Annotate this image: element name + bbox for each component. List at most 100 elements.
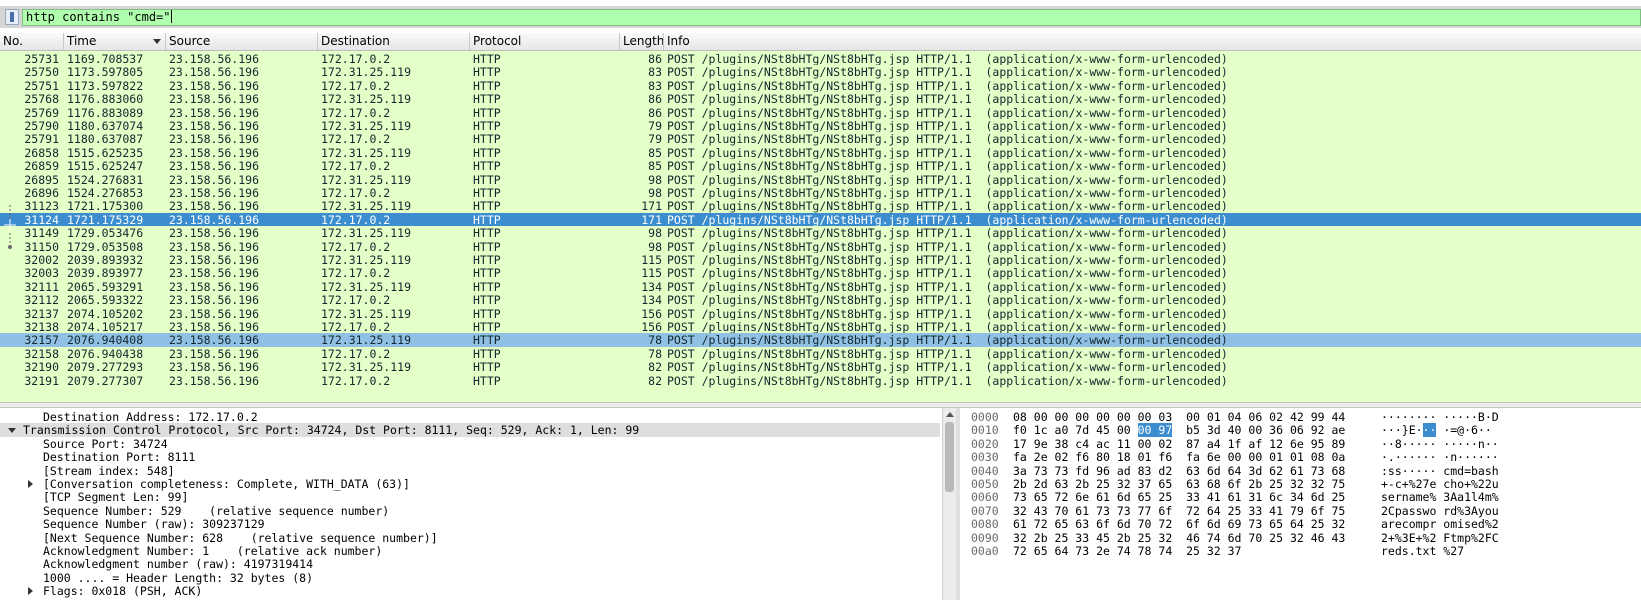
display-filter-input[interactable]: http contains "cmd="	[22, 9, 1641, 26]
detail-row[interactable]: Destination Port: 8111	[0, 450, 940, 464]
packet-details-pane[interactable]: Destination Address: 172.17.0.2 Transmiss…	[0, 408, 940, 600]
packet-list[interactable]: 25731 1169.708537 23.158.56.196 172.17.0.2 H…	[0, 51, 1641, 402]
details-scrollbar[interactable]	[942, 408, 956, 600]
packet-row[interactable]: 32112 2065.593322 23.158.56.196 172.17.0.2 H…	[0, 293, 1641, 308]
detail-row[interactable]: [Conversation completeness: Complete, WI…	[0, 477, 940, 491]
column-header-protocol[interactable]: Protocol	[470, 33, 620, 50]
packet-cell-time: 1515.625235	[67, 145, 144, 160]
detail-row[interactable]: Acknowledgment Number: 1 (relative ack n…	[0, 544, 940, 558]
bytes-row[interactable]: 0010 f0 1c a0 7d 45 00 00 97 b5 3d 40 00 …	[960, 423, 1641, 438]
byte-ascii: sername% 3Aa1l4m%	[1381, 490, 1499, 505]
packet-row[interactable]: 32111 2065.593291 23.158.56.196 172.31.25.1…	[0, 279, 1641, 294]
packet-cell-len: 86	[648, 52, 662, 66]
byte-offset: 0080	[971, 517, 999, 532]
filter-bookmark-icon[interactable]	[5, 9, 19, 25]
packet-row[interactable]: 25769 1176.883089 23.158.56.196 172.17.0.2 H…	[0, 105, 1641, 120]
packet-cell-dst: 172.17.0.2	[321, 346, 391, 361]
byte-ascii: 2+%3E+%2 Ftmp%2FC	[1381, 530, 1499, 545]
packet-row[interactable]: 26896 1524.276853 23.158.56.196 172.17.0.2 H…	[0, 186, 1641, 200]
packet-cell-len: 134	[641, 293, 662, 308]
detail-row[interactable]: Transmission Control Protocol, Src Port:…	[0, 423, 940, 438]
packet-row[interactable]: 31124 1721.175329 23.158.56.196 172.17.0.2 H…	[0, 212, 1641, 227]
packet-row[interactable]: 26895 1524.276831 23.158.56.196 172.31.25.1…	[0, 172, 1641, 187]
bytes-row[interactable]: 0040 3a 73 73 fd 96 ad 83 d2 63 6d 64 3d …	[960, 464, 1641, 478]
packet-row[interactable]: 32003 2039.893977 23.158.56.196 172.17.0.2 H…	[0, 266, 1641, 281]
filter-text: http contains "cmd="	[26, 10, 171, 24]
packet-cell-no: 32157	[24, 333, 59, 348]
column-header-source[interactable]: Source	[166, 33, 318, 50]
bytes-row[interactable]: 0070 32 43 70 61 73 73 77 6f 72 64 25 33 …	[960, 504, 1641, 518]
packet-cell-info: POST /plugins/NSt8bHTg/NSt8bHTg.jsp HTTP…	[667, 172, 1228, 187]
packet-cell-info: POST /plugins/NSt8bHTg/NSt8bHTg.jsp HTTP…	[667, 293, 1228, 308]
bytes-row[interactable]: 0020 17 9e 38 c4 ac 11 00 02 87 a4 1f af …	[960, 437, 1641, 451]
packet-cell-time: 1524.276831	[67, 172, 144, 187]
bytes-row[interactable]: 00a0 72 65 64 73 2e 74 78 74 25 32 37 reds…	[960, 544, 1641, 558]
bytes-row[interactable]: 0000 08 00 00 00 00 00 00 03 00 01 04 06 …	[960, 410, 1641, 424]
detail-row[interactable]: Flags: 0x018 (PSH, ACK)	[0, 584, 940, 598]
packet-cell-len: 156	[641, 306, 662, 321]
packet-cell-src: 23.158.56.196	[169, 132, 260, 147]
bytes-row[interactable]: 0030 fa 2e 02 f6 80 18 01 f6 fa 6e 00 00 …	[960, 450, 1641, 464]
packet-row[interactable]: 32138 2074.105217 23.158.56.196 172.17.0.2 H…	[0, 320, 1641, 334]
packet-row[interactable]: 31150 1729.053508 23.158.56.196 172.17.0.2 H…	[0, 239, 1641, 254]
packet-bytes-pane[interactable]: 0000 08 00 00 00 00 00 00 03 00 01 04 06 …	[960, 408, 1641, 600]
bytes-row[interactable]: 0090 32 2b 25 33 45 2b 25 32 46 74 6d 70 …	[960, 531, 1641, 545]
bytes-row[interactable]: 0050 2b 2d 63 2b 25 32 37 65 63 68 6f 2b …	[960, 477, 1641, 491]
selected-bytes-hex: 00 97	[1137, 423, 1173, 438]
display-filter-toolbar: http contains "cmd="	[0, 6, 1641, 28]
packet-row[interactable]: 26858 1515.625235 23.158.56.196 172.31.25.1…	[0, 145, 1641, 160]
expand-closed-icon[interactable]	[28, 480, 33, 488]
packet-cell-dst: 172.31.25.119	[321, 145, 412, 160]
packet-cell-dst: 172.17.0.2	[321, 132, 391, 147]
expand-open-icon[interactable]	[8, 428, 16, 434]
column-header-info[interactable]: Info	[664, 33, 1641, 50]
detail-row[interactable]: [Next Sequence Number: 628 (relative seq…	[0, 531, 940, 545]
bytes-row[interactable]: 0080 61 72 65 63 6f 6d 70 72 6f 6d 69 73 …	[960, 517, 1641, 531]
packet-row[interactable]: 32137 2074.105202 23.158.56.196 172.31.25.1…	[0, 306, 1641, 321]
packet-row[interactable]: 25790 1180.637074 23.158.56.196 172.31.25.1…	[0, 119, 1641, 133]
bytes-row[interactable]: 0060 73 65 72 6e 61 6d 65 25 33 41 61 31 …	[960, 490, 1641, 504]
expand-closed-icon[interactable]	[28, 587, 33, 596]
column-header-length[interactable]: Length	[620, 33, 664, 50]
detail-row[interactable]: Acknowledgment number (raw): 4197319414	[0, 557, 940, 571]
packet-row[interactable]: 26859 1515.625247 23.158.56.196 172.17.0.2 H…	[0, 159, 1641, 174]
packet-row[interactable]: 32158 2076.940438 23.158.56.196 172.17.0.2 H…	[0, 346, 1641, 361]
packet-row[interactable]: 32191 2079.277307 23.158.56.196 172.17.0.2 H…	[0, 373, 1641, 388]
packet-row[interactable]: 31149 1729.053476 23.158.56.196 172.31.25.1…	[0, 226, 1641, 241]
packet-cell-time: 1721.175329	[67, 212, 144, 227]
column-header-no[interactable]: No.	[0, 33, 64, 50]
packet-cell-no: 32191	[24, 373, 59, 388]
packet-row[interactable]: 32002 2039.893932 23.158.56.196 172.31.25.1…	[0, 253, 1641, 267]
packet-row[interactable]: 25731 1169.708537 23.158.56.196 172.17.0.2 H…	[0, 52, 1641, 66]
packet-cell-info: POST /plugins/NSt8bHTg/NSt8bHTg.jsp HTTP…	[667, 266, 1228, 281]
packet-cell-info: POST /plugins/NSt8bHTg/NSt8bHTg.jsp HTTP…	[667, 253, 1228, 267]
detail-row[interactable]: 1000 .... = Header Length: 32 bytes (8)	[0, 571, 940, 585]
column-header-time[interactable]: Time	[64, 33, 166, 50]
packet-cell-src: 23.158.56.196	[169, 159, 260, 174]
packet-row[interactable]: 32157 2076.940408 23.158.56.196 172.31.25.1…	[0, 333, 1641, 348]
packet-cell-src: 23.158.56.196	[169, 212, 260, 227]
detail-row[interactable]: [Stream index: 548]	[0, 464, 940, 478]
packet-row[interactable]: 25750 1173.597805 23.158.56.196 172.31.25.1…	[0, 65, 1641, 80]
detail-row[interactable]: Sequence Number (raw): 309237129	[0, 517, 940, 531]
detail-row[interactable]: [TCP Segment Len: 99]	[0, 490, 940, 504]
detail-row[interactable]: Source Port: 34724	[0, 437, 940, 451]
packet-cell-no: 32003	[24, 266, 59, 281]
byte-offset: 0040	[971, 463, 999, 478]
detail-row[interactable]: Sequence Number: 529 (relative sequence …	[0, 504, 940, 518]
packet-cell-no: 32112	[24, 293, 59, 308]
packet-row[interactable]: 25791 1180.637087 23.158.56.196 172.17.0.2 H…	[0, 132, 1641, 147]
packet-row[interactable]: 25751 1173.597822 23.158.56.196 172.17.0.2 H…	[0, 78, 1641, 93]
scroll-up-arrow-icon[interactable]	[946, 412, 954, 417]
column-header-destination[interactable]: Destination	[318, 33, 470, 50]
packet-cell-proto: HTTP	[473, 373, 501, 388]
packet-row[interactable]: 31123 1721.175300 23.158.56.196 172.31.25.1…	[0, 199, 1641, 214]
packet-row[interactable]: 32190 2079.277293 23.158.56.196 172.31.25.1…	[0, 360, 1641, 375]
packet-cell-src: 23.158.56.196	[169, 145, 260, 160]
packet-cell-info: POST /plugins/NSt8bHTg/NSt8bHTg.jsp HTTP…	[667, 186, 1228, 200]
scroll-thumb[interactable]	[945, 422, 954, 492]
detail-row[interactable]: Destination Address: 172.17.0.2	[0, 410, 940, 424]
packet-cell-time: 2074.105202	[67, 306, 144, 321]
packet-row[interactable]: 25768 1176.883060 23.158.56.196 172.31.25.1…	[0, 92, 1641, 107]
packet-cell-dst: 172.31.25.119	[321, 279, 412, 294]
